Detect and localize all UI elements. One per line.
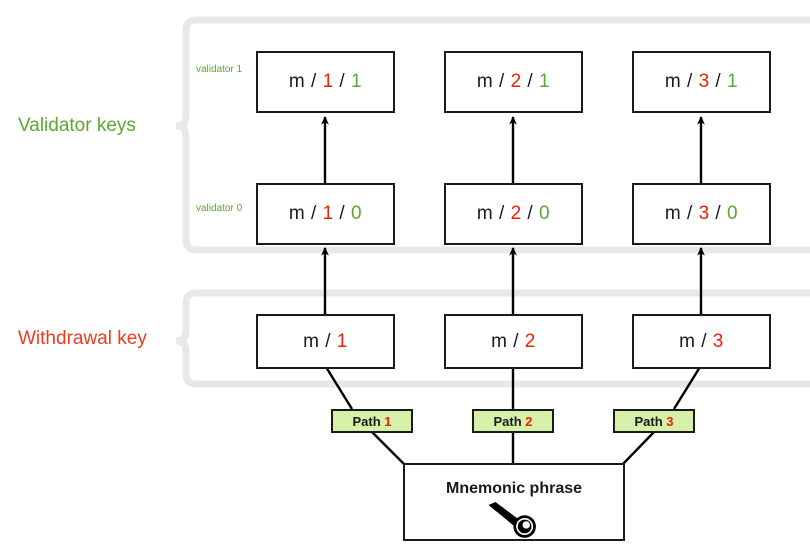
node-slash-2: / <box>709 203 727 224</box>
path-chip-number: 3 <box>666 413 674 429</box>
mnemonic-phrase-title: Mnemonic phrase <box>445 480 583 497</box>
node-index: 3 <box>712 330 724 352</box>
path-chip-label: Path 1 <box>352 414 391 429</box>
node-slash-1: / <box>319 330 337 352</box>
node-label: m / 2 / 1 <box>477 71 550 93</box>
node-prefix: m <box>476 203 494 224</box>
node-index: 2 <box>524 330 536 352</box>
node-slash-2: / <box>521 203 539 224</box>
node-index: 1 <box>322 203 334 224</box>
path-chip-number: 1 <box>384 413 392 429</box>
node-label: m / 1 / 0 <box>289 203 362 225</box>
mnemonic-phrase-box[interactable]: Mnemonic phrase <box>403 463 625 541</box>
node-validator0-col2[interactable]: m / 2 / 0 <box>444 183 583 245</box>
node-slash-1: / <box>681 71 699 92</box>
node-label: m / 3 <box>679 331 724 353</box>
node-sub: 1 <box>727 71 739 92</box>
node-slash-1: / <box>681 203 699 224</box>
node-prefix: m <box>303 330 320 352</box>
node-slash-1: / <box>507 330 525 352</box>
row-label-validator-0: validator 0 <box>196 203 243 214</box>
group-label-validator-keys: Validator keys <box>18 115 136 136</box>
node-withdrawal-col3[interactable]: m / 3 <box>632 314 771 369</box>
node-sub: 0 <box>351 203 363 224</box>
node-index: 2 <box>510 203 522 224</box>
path-chip-2[interactable]: Path 2 <box>472 409 554 433</box>
link-path1-to-mnemonic <box>371 431 405 465</box>
node-withdrawal-col1[interactable]: m / 1 <box>256 314 395 369</box>
node-label: m / 3 / 1 <box>665 71 738 93</box>
node-validator1-col3[interactable]: m / 3 / 1 <box>632 51 771 113</box>
node-slash-1: / <box>305 71 323 92</box>
node-index: 1 <box>322 71 334 92</box>
node-label: m / 1 / 1 <box>289 71 362 93</box>
link-withdrawal1-to-path1 <box>324 366 354 410</box>
node-sub: 1 <box>539 71 551 92</box>
node-slash-1: / <box>493 203 511 224</box>
node-index: 1 <box>336 330 348 352</box>
node-withdrawal-col2[interactable]: m / 2 <box>444 314 583 369</box>
path-chip-label: Path 3 <box>634 414 673 429</box>
node-validator1-col2[interactable]: m / 2 / 1 <box>444 51 583 113</box>
link-withdrawal3-to-path3 <box>672 366 702 410</box>
node-index: 3 <box>698 71 710 92</box>
key-icon <box>488 502 536 538</box>
node-label: m / 3 / 0 <box>665 203 738 225</box>
node-prefix: m <box>664 71 682 92</box>
diagram-canvas: Validator keys Withdrawal key validator … <box>0 0 810 557</box>
node-prefix: m <box>664 203 682 224</box>
node-slash-2: / <box>521 71 539 92</box>
node-slash-1: / <box>493 71 511 92</box>
node-index: 2 <box>510 71 522 92</box>
node-prefix: m <box>679 330 696 352</box>
path-chip-1[interactable]: Path 1 <box>331 409 413 433</box>
node-label: m / 2 <box>491 331 536 353</box>
node-prefix: m <box>288 203 306 224</box>
path-chip-label: Path 2 <box>493 414 532 429</box>
node-sub: 0 <box>539 203 551 224</box>
node-index: 3 <box>698 203 710 224</box>
path-chip-number: 2 <box>525 413 533 429</box>
node-label: m / 2 / 0 <box>477 203 550 225</box>
link-path3-to-mnemonic <box>622 431 655 465</box>
row-label-validator-1: validator 1 <box>196 64 243 75</box>
node-slash-1: / <box>305 203 323 224</box>
path-chip-text: Path <box>634 413 663 429</box>
group-label-withdrawal-key: Withdrawal key <box>18 328 147 349</box>
path-chip-3[interactable]: Path 3 <box>613 409 695 433</box>
node-slash-2: / <box>333 71 351 92</box>
path-chip-text: Path <box>493 413 522 429</box>
path-chip-text: Path <box>352 413 381 429</box>
node-slash-2: / <box>709 71 727 92</box>
node-slash-1: / <box>695 330 713 352</box>
node-validator0-col3[interactable]: m / 3 / 0 <box>632 183 771 245</box>
node-slash-2: / <box>333 203 351 224</box>
node-sub: 0 <box>727 203 739 224</box>
node-sub: 1 <box>351 71 363 92</box>
node-validator0-col1[interactable]: m / 1 / 0 <box>256 183 395 245</box>
node-prefix: m <box>476 71 494 92</box>
node-label: m / 1 <box>303 331 348 353</box>
node-prefix: m <box>288 71 306 92</box>
node-prefix: m <box>491 330 508 352</box>
node-validator1-col1[interactable]: m / 1 / 1 <box>256 51 395 113</box>
